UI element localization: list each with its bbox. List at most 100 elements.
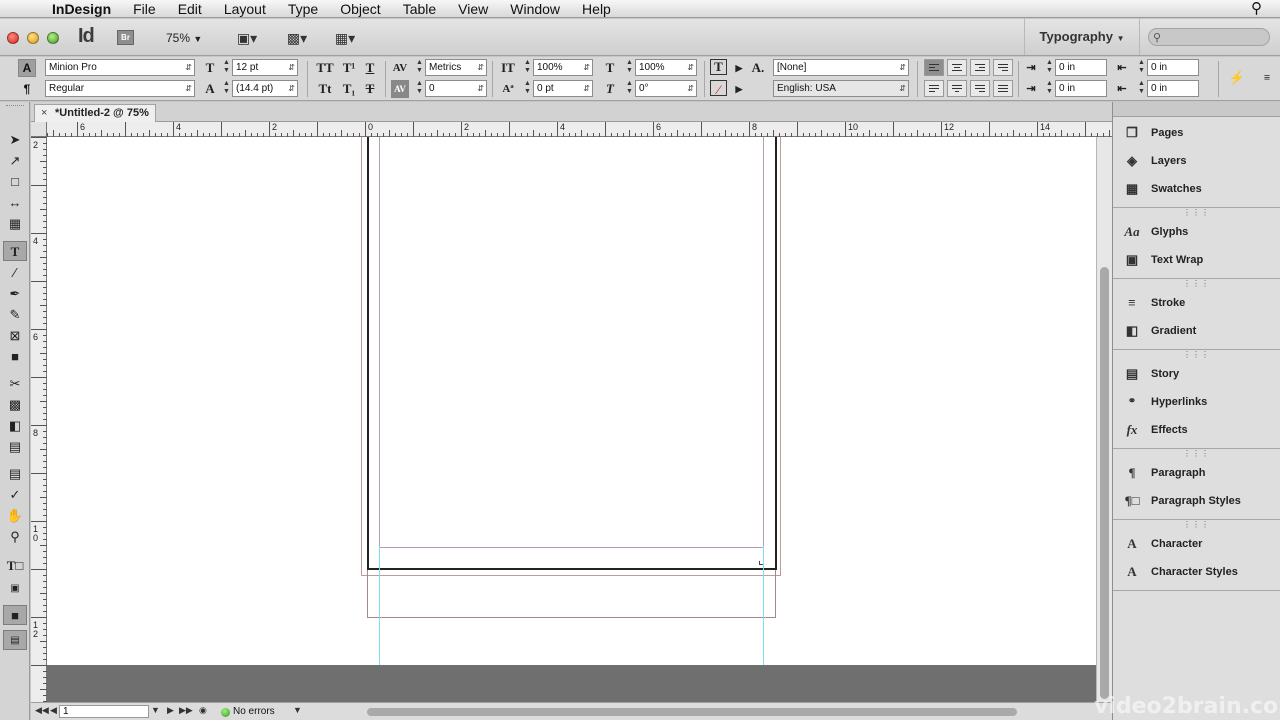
justify-right-button[interactable] bbox=[970, 80, 990, 97]
baseline-shift-field[interactable]: 0 pt ⇵ bbox=[533, 80, 593, 97]
type-tool-icon[interactable]: T bbox=[3, 241, 27, 261]
panel-group-grip[interactable]: ⋮⋮⋮ bbox=[1113, 280, 1280, 289]
screen-mode-icon[interactable]: ▩▾ bbox=[280, 28, 314, 48]
first-line-indent-stepper[interactable]: ▲ ▼ bbox=[1045, 80, 1054, 97]
menu-file[interactable]: File bbox=[122, 0, 167, 18]
text-fill-icon[interactable]: T bbox=[710, 59, 727, 75]
zoom-tool-icon[interactable]: ⚲ bbox=[3, 527, 27, 547]
underline-icon[interactable]: T bbox=[361, 59, 379, 77]
character-formatting-button[interactable]: A bbox=[18, 59, 36, 77]
tracking-field[interactable]: 0 ⇵ bbox=[425, 80, 487, 97]
panel-group-grip[interactable]: ⋮⋮⋮ bbox=[1113, 450, 1280, 459]
note-tool-icon[interactable]: ▤ bbox=[3, 464, 27, 484]
bridge-button[interactable]: Br bbox=[117, 30, 134, 45]
workspace-switcher[interactable]: Typography ▼ bbox=[1024, 19, 1140, 55]
align-left-button[interactable] bbox=[924, 59, 944, 76]
previous-page-icon[interactable]: ◀ bbox=[50, 705, 57, 716]
justify-left-button[interactable] bbox=[924, 80, 944, 97]
panel-hyperlinks[interactable]: ⚭ Hyperlinks bbox=[1113, 388, 1280, 416]
panel-gradient[interactable]: ◧ Gradient bbox=[1113, 317, 1280, 345]
text-stroke-icon[interactable]: ∕ bbox=[710, 80, 727, 97]
fill-stroke-swatch-icon[interactable]: T□ bbox=[3, 556, 27, 576]
close-window-button[interactable] bbox=[7, 32, 19, 44]
panel-pages[interactable]: ❒ Pages bbox=[1113, 119, 1280, 147]
menu-help[interactable]: Help bbox=[571, 0, 622, 18]
default-colors-icon[interactable]: ▣ bbox=[3, 579, 27, 599]
help-search-input[interactable]: ⚲ bbox=[1148, 28, 1270, 46]
all-caps-icon[interactable]: TT bbox=[316, 59, 334, 77]
panel-swatches[interactable]: ▦ Swatches bbox=[1113, 175, 1280, 203]
small-caps-icon[interactable]: Tt bbox=[316, 80, 334, 98]
horizontal-ruler[interactable]: 6 4 2 0 2 4 6 8 10 12 14 bbox=[47, 122, 1112, 137]
page-tool-icon[interactable]: □ bbox=[3, 172, 27, 192]
menu-layout[interactable]: Layout bbox=[213, 0, 277, 18]
font-family-select[interactable]: Minion Pro ⇵ bbox=[45, 59, 195, 76]
panel-glyphs[interactable]: Aa Glyphs bbox=[1113, 218, 1280, 246]
page-dropdown-icon[interactable]: ▼ bbox=[151, 705, 160, 715]
language-select[interactable]: English: USA ⇵ bbox=[773, 80, 909, 97]
menu-type[interactable]: Type bbox=[277, 0, 329, 18]
leading-stepper[interactable]: ▲ ▼ bbox=[222, 80, 231, 97]
font-size-field[interactable]: 12 pt ⇵ bbox=[232, 59, 298, 76]
minimize-window-button[interactable] bbox=[27, 32, 39, 44]
scissors-tool-icon[interactable]: ✂ bbox=[3, 374, 27, 394]
eyedropper-tool-icon[interactable]: ✓ bbox=[3, 485, 27, 505]
rectangle-frame-tool-icon[interactable]: ⊠ bbox=[3, 326, 27, 346]
quick-apply-lightning-icon[interactable]: ⚡ bbox=[1228, 69, 1246, 87]
right-indent-field[interactable]: 0 in bbox=[1147, 59, 1199, 76]
right-indent-stepper[interactable]: ▲ ▼ bbox=[1137, 59, 1146, 76]
skew-field[interactable]: 0° ⇵ bbox=[635, 80, 697, 97]
panel-paragraph-styles[interactable]: ¶□ Paragraph Styles bbox=[1113, 487, 1280, 515]
last-line-indent-field[interactable]: 0 in bbox=[1147, 80, 1199, 97]
align-center-button[interactable] bbox=[947, 59, 967, 76]
superscript-icon[interactable]: T¹ bbox=[340, 59, 358, 77]
leading-field[interactable]: (14.4 pt) ⇵ bbox=[232, 80, 298, 97]
panel-group-grip[interactable]: ⋮⋮⋮ bbox=[1113, 209, 1280, 218]
direct-selection-tool-icon[interactable]: ↗ bbox=[3, 151, 27, 171]
arrange-documents-icon[interactable]: ▦▾ bbox=[328, 28, 362, 48]
first-line-indent-field[interactable]: 0 in bbox=[1055, 80, 1107, 97]
horizontal-scale-field[interactable]: 100% ⇵ bbox=[635, 59, 697, 76]
kerning-stepper[interactable]: ▲ ▼ bbox=[415, 59, 424, 76]
first-page-icon[interactable]: ◀◀ bbox=[35, 705, 49, 716]
left-indent-stepper[interactable]: ▲ ▼ bbox=[1045, 59, 1054, 76]
menu-app[interactable]: InDesign bbox=[46, 0, 122, 18]
screen-mode-icon[interactable]: ▤ bbox=[3, 630, 27, 650]
menu-table[interactable]: Table bbox=[392, 0, 447, 18]
menu-view[interactable]: View bbox=[447, 0, 499, 18]
gradient-swatch-tool-icon[interactable]: ◧ bbox=[3, 416, 27, 436]
zoom-level-select[interactable]: 75% ▼ bbox=[160, 28, 210, 48]
rectangle-tool-icon[interactable]: ■ bbox=[3, 347, 27, 367]
tracking-stepper[interactable]: ▲ ▼ bbox=[415, 80, 424, 97]
document-canvas[interactable]: ⌞ bbox=[47, 137, 1096, 702]
last-line-indent-stepper[interactable]: ▲ ▼ bbox=[1137, 80, 1146, 97]
next-page-icon[interactable]: ▶ bbox=[167, 705, 174, 716]
baseline-shift-stepper[interactable]: ▲ ▼ bbox=[523, 80, 532, 97]
font-style-select[interactable]: Regular ⇵ bbox=[45, 80, 195, 97]
panel-story[interactable]: ▤ Story bbox=[1113, 360, 1280, 388]
panel-character-styles[interactable]: A Character Styles bbox=[1113, 558, 1280, 586]
content-collector-icon[interactable]: ▦ bbox=[3, 214, 27, 234]
vertical-ruler[interactable]: 2 4 6 8 1 0 1 2 bbox=[31, 137, 47, 702]
panel-effects[interactable]: fx Effects bbox=[1113, 416, 1280, 444]
selection-tool-icon[interactable]: ➤ bbox=[3, 130, 27, 150]
line-tool-icon[interactable]: ∕ bbox=[3, 263, 27, 283]
panel-menu-icon[interactable]: ≡ bbox=[1258, 69, 1276, 87]
subscript-icon[interactable]: T₁ bbox=[340, 80, 358, 98]
dock-header[interactable] bbox=[1113, 102, 1280, 117]
vertical-scrollbar[interactable] bbox=[1096, 137, 1112, 702]
justify-all-button[interactable] bbox=[993, 80, 1013, 97]
strikethrough-icon[interactable]: T bbox=[361, 80, 379, 98]
font-size-stepper[interactable]: ▲ ▼ bbox=[222, 59, 231, 76]
last-page-icon[interactable]: ▶▶ bbox=[179, 705, 193, 716]
gap-tool-icon[interactable]: ↔ bbox=[3, 193, 27, 213]
close-tab-icon[interactable]: × bbox=[41, 105, 47, 121]
spotlight-search-icon[interactable]: ⚲ bbox=[1251, 0, 1262, 18]
character-style-select[interactable]: [None] ⇵ bbox=[773, 59, 909, 76]
normal-view-mode-icon[interactable]: ■ bbox=[3, 605, 27, 625]
preflight-status[interactable]: No errors bbox=[233, 705, 275, 718]
align-right-button[interactable] bbox=[970, 59, 990, 76]
stroke-menu-arrow-icon[interactable]: ▶ bbox=[730, 80, 748, 98]
pen-tool-icon[interactable]: ✒ bbox=[3, 284, 27, 304]
kerning-field[interactable]: Metrics ⇵ bbox=[425, 59, 487, 76]
